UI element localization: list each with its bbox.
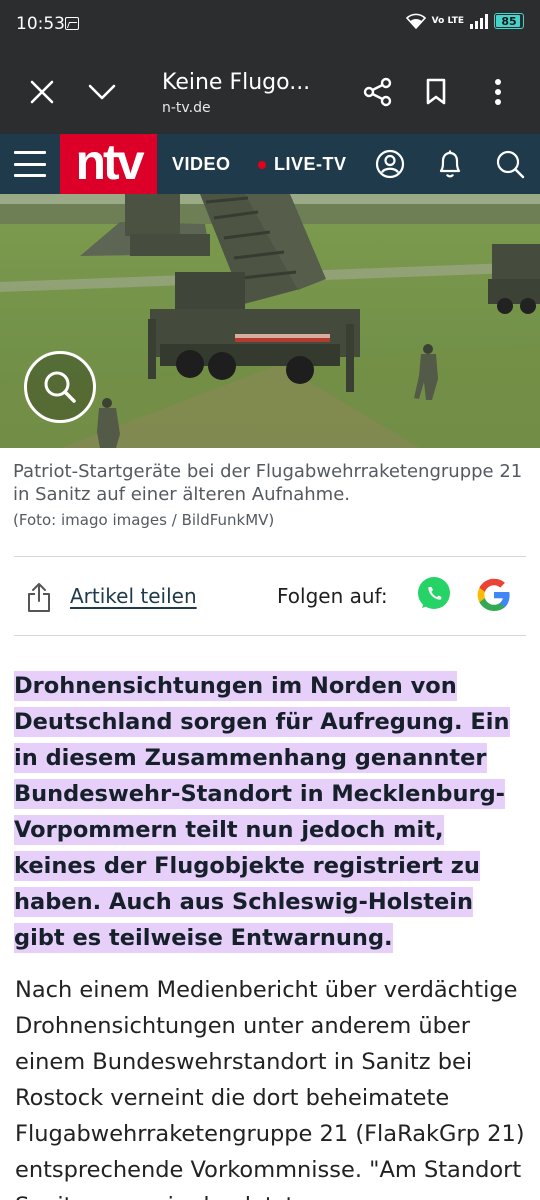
close-icon — [30, 80, 54, 104]
article-hero-image[interactable] — [0, 194, 540, 448]
google-icon[interactable] — [476, 577, 512, 613]
share-icon — [363, 77, 392, 107]
bookmark-button[interactable] — [414, 70, 458, 114]
close-button[interactable] — [20, 70, 64, 114]
share-page-button[interactable] — [356, 70, 400, 114]
article-lead: Drohnensichtungen im Norden von Deutschl… — [14, 668, 530, 956]
divider-top — [14, 556, 526, 557]
nav-live-label: LIVE-TV — [274, 154, 347, 174]
article-body: Nach einem Medienbericht über verdächtig… — [15, 977, 525, 1200]
browser-toolbar: Keine Flugo... n-tv.de — [0, 50, 540, 134]
signal-strength-icon — [470, 13, 488, 29]
page-title: Keine Flugo... — [162, 70, 311, 95]
minimize-button[interactable] — [80, 70, 124, 114]
chevron-down-icon — [88, 84, 116, 100]
network-type-label: Vo LTE — [431, 15, 464, 26]
page-domain: n-tv.de — [162, 100, 211, 116]
share-article-link[interactable]: Artikel teilen — [70, 584, 197, 608]
battery-level: 85 — [501, 14, 517, 28]
follow-label: Folgen auf: — [277, 584, 388, 608]
article-lead-text: Drohnensichtungen im Norden von Deutschl… — [14, 671, 510, 953]
whatsapp-icon[interactable] — [416, 576, 452, 612]
nav-live-tv-link[interactable]: LIVE-TV — [258, 154, 347, 175]
image-caption: Patriot-Startgeräte bei der Flugabwehrra… — [13, 461, 523, 505]
bookmark-icon — [426, 78, 446, 105]
magnifier-icon — [44, 371, 76, 403]
logo-text: ntv — [75, 134, 145, 190]
more-vertical-icon — [495, 79, 501, 105]
image-notification-icon — [65, 17, 79, 30]
status-time: 10:53 — [16, 14, 65, 34]
account-icon[interactable] — [374, 148, 406, 180]
wifi-icon — [405, 13, 426, 29]
share-article-icon[interactable] — [26, 581, 52, 613]
zoom-image-button[interactable] — [24, 351, 96, 423]
status-indicators: Vo LTE 85 — [405, 13, 524, 29]
divider-bottom — [14, 635, 526, 636]
notification-bell-icon[interactable] — [434, 148, 466, 180]
battery-icon: 85 — [494, 13, 524, 29]
search-icon[interactable] — [494, 148, 526, 180]
image-credit: (Foto: imago images / BildFunkMV) — [13, 511, 275, 529]
menu-icon[interactable] — [14, 151, 46, 177]
site-header: ntv VIDEO LIVE-TV — [0, 134, 540, 194]
nav-video-link[interactable]: VIDEO — [172, 154, 231, 175]
live-indicator-dot — [258, 160, 266, 169]
more-options-button[interactable] — [476, 70, 520, 114]
ntv-logo[interactable]: ntv — [60, 134, 157, 194]
status-bar: 10:53 Vo LTE 85 — [0, 0, 540, 50]
